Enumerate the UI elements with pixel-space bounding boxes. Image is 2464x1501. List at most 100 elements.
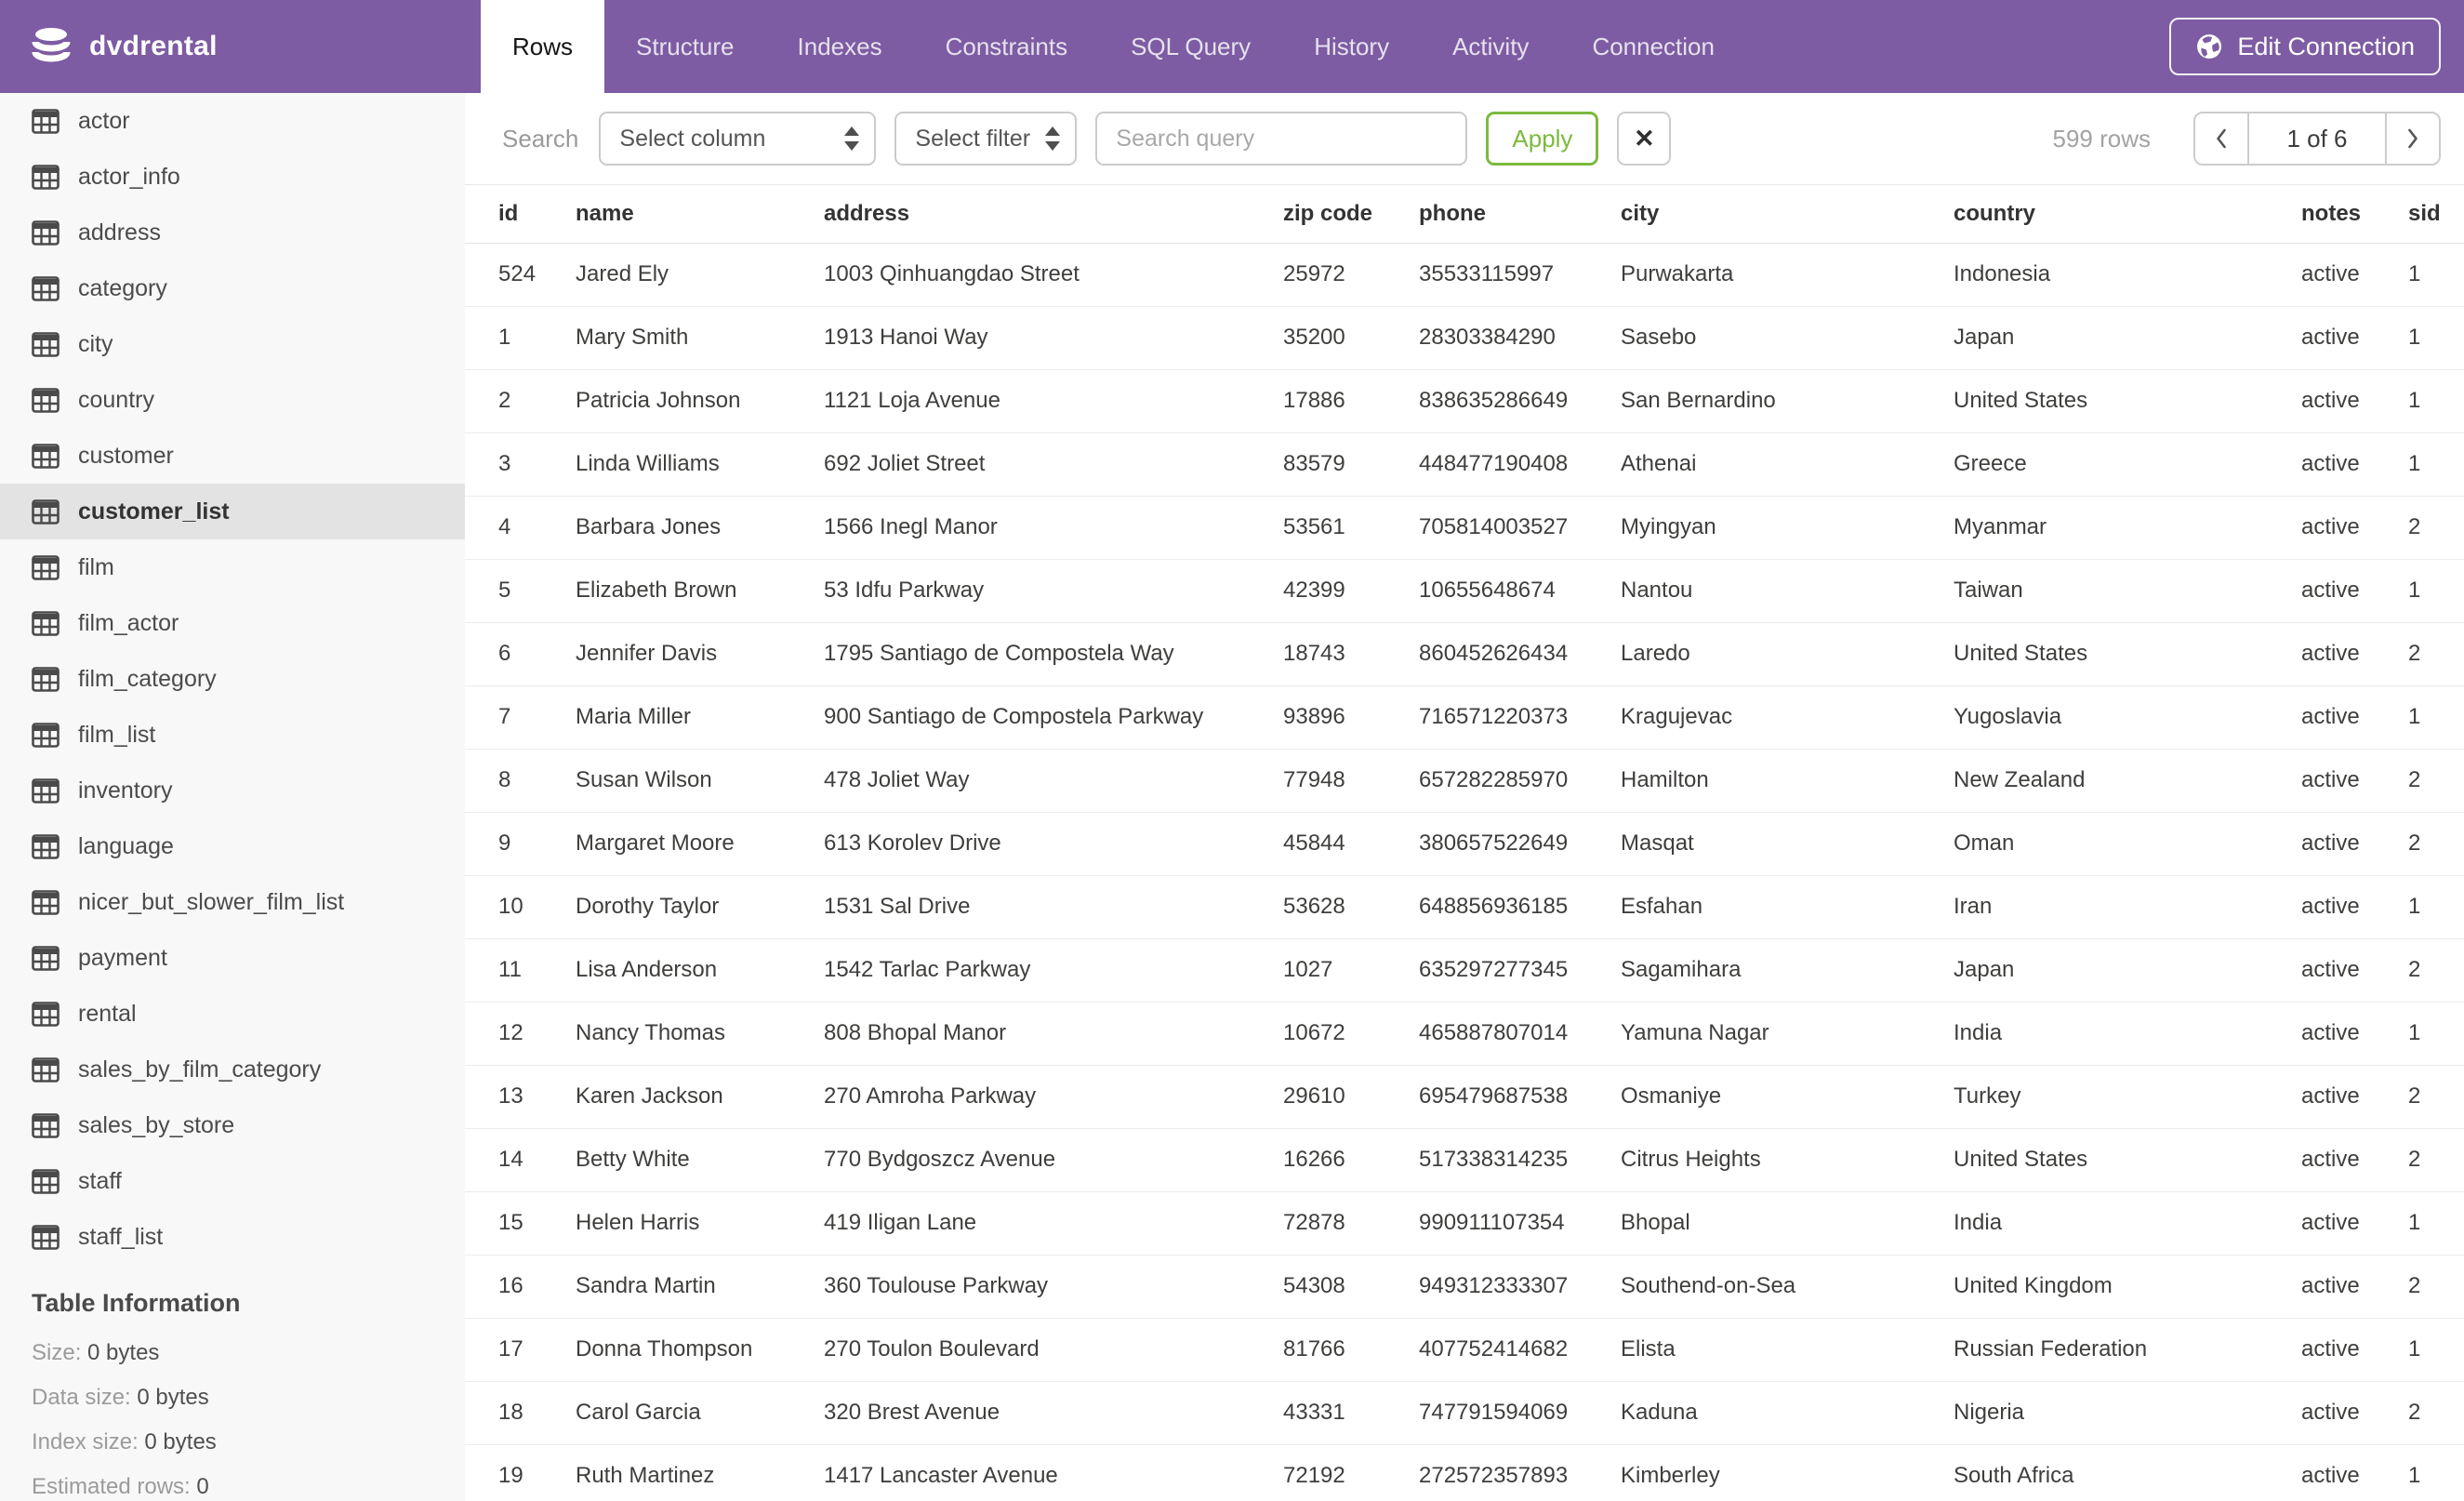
table-row[interactable]: 7 Maria Miller 900 Santiago de Compostela … — [465, 685, 2464, 749]
tab-constraints[interactable]: Constraints — [914, 0, 1100, 93]
cell-city: Sagamihara — [1621, 957, 1742, 982]
sidebar-item-language[interactable]: language — [0, 818, 465, 874]
column-header-name[interactable]: name — [576, 185, 824, 243]
cell-name: Lisa Anderson — [576, 957, 718, 982]
cell-id: 9 — [498, 830, 511, 856]
cell-notes: active — [2301, 704, 2360, 729]
info-label: Estimated rows: — [32, 1474, 197, 1499]
cell-country: Oman — [1954, 830, 2015, 856]
sidebar-item-sales-by-film-category[interactable]: sales_by_film_category — [0, 1042, 465, 1097]
table-icon — [32, 833, 60, 859]
table-row[interactable]: 9 Margaret Moore 613 Korolev Drive 45844 380… — [465, 812, 2464, 875]
table-row[interactable]: 4 Barbara Jones 1566 Inegl Manor 53561 70581… — [465, 496, 2464, 559]
cell-phone: 838635286649 — [1419, 388, 1569, 413]
sidebar-item-customer-list[interactable]: customer_list — [0, 484, 465, 539]
cell-address: 53 Idfu Parkway — [824, 578, 985, 603]
tab-rows[interactable]: Rows — [481, 0, 605, 93]
page-indicator: 1 of 6 — [2247, 113, 2387, 164]
table-row[interactable]: 6 Jennifer Davis 1795 Santiago de Composte… — [465, 622, 2464, 685]
cell-city: Laredo — [1621, 641, 1690, 666]
tab-indexes[interactable]: Indexes — [766, 0, 914, 93]
cell-name: Carol Garcia — [576, 1400, 701, 1425]
table-row[interactable]: 15 Helen Harris 419 Iligan Lane 72878 990911… — [465, 1191, 2464, 1255]
table-row[interactable]: 524 Jared Ely 1003 Qinhuangdao Street 25972… — [465, 243, 2464, 306]
column-header-sid[interactable]: sid — [2408, 185, 2464, 243]
sidebar-item-nicer-but-slower-film-list[interactable]: nicer_but_slower_film_list — [0, 874, 465, 930]
cell-sid: 1 — [2408, 1020, 2421, 1045]
column-header-city[interactable]: city — [1621, 185, 1954, 243]
cell-zip-code: 93896 — [1283, 704, 1345, 729]
table-row[interactable]: 18 Carol Garcia 320 Brest Avenue 43331 74779… — [465, 1381, 2464, 1444]
cell-zip-code: 17886 — [1283, 388, 1345, 413]
sidebar-item-country[interactable]: country — [0, 372, 465, 428]
tab-structure[interactable]: Structure — [604, 0, 766, 93]
filter-select[interactable]: Select filter — [894, 112, 1078, 166]
sidebar-item-inventory[interactable]: inventory — [0, 763, 465, 818]
cell-sid: 1 — [2408, 388, 2421, 413]
tab-sql-query[interactable]: SQL Query — [1099, 0, 1282, 93]
tab-history[interactable]: History — [1282, 0, 1421, 93]
info-value: 0 bytes — [144, 1429, 217, 1455]
sidebar-item-film[interactable]: film — [0, 539, 465, 595]
sidebar-item-actor[interactable]: actor — [0, 93, 465, 149]
table-row[interactable]: 14 Betty White 770 Bydgoszcz Avenue 16266 51… — [465, 1128, 2464, 1191]
sidebar-item-actor-info[interactable]: actor_info — [0, 149, 465, 205]
table-row[interactable]: 1 Mary Smith 1913 Hanoi Way 35200 2830338429… — [465, 306, 2464, 369]
table-row[interactable]: 13 Karen Jackson 270 Amroha Parkway 29610 69… — [465, 1065, 2464, 1128]
sidebar-item-rental[interactable]: rental — [0, 986, 465, 1042]
column-header-phone[interactable]: phone — [1419, 185, 1621, 243]
edit-connection-button[interactable]: Edit Connection — [2169, 18, 2441, 75]
tab-activity[interactable]: Activity — [1421, 0, 1560, 93]
table-row[interactable]: 5 Elizabeth Brown 53 Idfu Parkway 42399 1065… — [465, 559, 2464, 622]
column-header-address[interactable]: address — [824, 185, 1283, 243]
table-row[interactable]: 3 Linda Williams 692 Joliet Street 83579 448… — [465, 432, 2464, 496]
column-header-zip-code[interactable]: zip code — [1283, 185, 1419, 243]
clear-search-button[interactable]: ✕ — [1617, 112, 1672, 166]
column-select[interactable]: Select column — [599, 112, 877, 166]
cell-zip-code: 18743 — [1283, 641, 1345, 666]
apply-button[interactable]: Apply — [1486, 112, 1599, 166]
sidebar-item-category[interactable]: category — [0, 260, 465, 316]
search-query-input[interactable] — [1095, 112, 1468, 166]
cell-country: India — [1954, 1020, 2003, 1045]
sidebar-item-staff-list[interactable]: staff_list — [0, 1209, 465, 1265]
sidebar-item-customer[interactable]: customer — [0, 428, 465, 484]
table-row[interactable]: 12 Nancy Thomas 808 Bhopal Manor 10672 46588… — [465, 1002, 2464, 1065]
cell-address: 1003 Qinhuangdao Street — [824, 261, 1080, 286]
cell-city: Osmaniye — [1621, 1083, 1722, 1109]
sidebar-item-address[interactable]: address — [0, 205, 465, 260]
sidebar-item-staff[interactable]: staff — [0, 1153, 465, 1209]
next-page-button[interactable] — [2387, 113, 2439, 164]
sidebar-item-payment[interactable]: payment — [0, 930, 465, 986]
sidebar-item-label: inventory — [78, 777, 173, 804]
sidebar-item-film-actor[interactable]: film_actor — [0, 595, 465, 651]
table-row[interactable]: 17 Donna Thompson 270 Toulon Boulevard 8176… — [465, 1318, 2464, 1381]
column-header-id[interactable]: id — [465, 185, 576, 243]
column-header-country[interactable]: country — [1954, 185, 2301, 243]
database-header: dvdrental — [0, 0, 465, 93]
cell-id: 2 — [498, 388, 511, 413]
cell-sid: 2 — [2408, 1273, 2421, 1298]
cell-notes: active — [2301, 767, 2360, 792]
table-row[interactable]: 10 Dorothy Taylor 1531 Sal Drive 53628 64885… — [465, 875, 2464, 938]
sidebar-item-sales-by-store[interactable]: sales_by_store — [0, 1097, 465, 1153]
cell-notes: active — [2301, 1083, 2360, 1109]
table-row[interactable]: 19 Ruth Martinez 1417 Lancaster Avenue 7219… — [465, 1444, 2464, 1501]
cell-zip-code: 16266 — [1283, 1147, 1345, 1172]
tab-connection[interactable]: Connection — [1560, 0, 1746, 93]
cell-id: 3 — [498, 451, 511, 476]
info-value: 0 — [196, 1474, 209, 1499]
column-header-notes[interactable]: notes — [2301, 185, 2408, 243]
sidebar-item-label: staff_list — [78, 1223, 164, 1250]
sidebar-item-film-category[interactable]: film_category — [0, 651, 465, 707]
previous-page-button[interactable] — [2195, 113, 2247, 164]
table-row[interactable]: 11 Lisa Anderson 1542 Tarlac Parkway 1027 63… — [465, 938, 2464, 1002]
table-row[interactable]: 16 Sandra Martin 360 Toulouse Parkway 54308… — [465, 1255, 2464, 1318]
sidebar-item-city[interactable]: city — [0, 316, 465, 372]
table-row[interactable]: 2 Patricia Johnson 1121 Loja Avenue 17886 83… — [465, 369, 2464, 432]
table-icon — [32, 777, 60, 804]
cell-phone: 635297277345 — [1419, 957, 1569, 982]
edit-connection-label: Edit Connection — [2237, 32, 2415, 60]
table-row[interactable]: 8 Susan Wilson 478 Joliet Way 77948 65728228… — [465, 749, 2464, 812]
sidebar-item-film-list[interactable]: film_list — [0, 707, 465, 763]
